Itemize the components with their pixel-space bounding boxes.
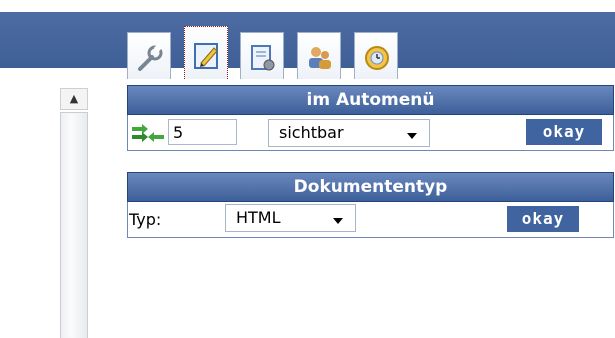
doctype-select-value: HTML (236, 208, 281, 227)
document-settings-icon (251, 45, 275, 71)
top-strip (0, 0, 615, 12)
automenu-header: im Automenü (127, 85, 614, 115)
scroll-up-button[interactable]: ▲ (60, 88, 88, 110)
chevron-down-icon (407, 133, 417, 139)
tab-edit[interactable] (184, 26, 228, 79)
tab-users[interactable] (297, 32, 341, 79)
doctype-row: Typ: HTML okay (127, 202, 614, 238)
doctype-select[interactable]: HTML (225, 204, 356, 232)
wrench-icon (138, 43, 163, 71)
doctype-okay-button[interactable]: okay (507, 206, 579, 232)
content-panel: im Automenü sichtbar okay Dokumententyp … (127, 79, 615, 338)
users-icon (309, 47, 331, 69)
scrollbar-track[interactable] (60, 112, 88, 338)
type-label: Typ: (129, 210, 162, 229)
visibility-select-value: sichtbar (279, 123, 344, 142)
tab-page-settings[interactable] (240, 32, 284, 79)
position-arrows-icon (132, 124, 164, 142)
automenu-okay-button[interactable]: okay (526, 119, 602, 145)
clock-refresh-icon (365, 46, 389, 70)
automenu-row: sichtbar okay (127, 115, 614, 151)
position-input[interactable] (168, 119, 237, 145)
visibility-select[interactable]: sichtbar (268, 119, 430, 147)
chevron-down-icon (333, 218, 343, 224)
tab-schedule[interactable] (354, 32, 398, 79)
tab-tools[interactable] (127, 32, 171, 79)
doctype-header: Dokumententyp (127, 172, 614, 202)
pencil-icon (194, 43, 218, 69)
